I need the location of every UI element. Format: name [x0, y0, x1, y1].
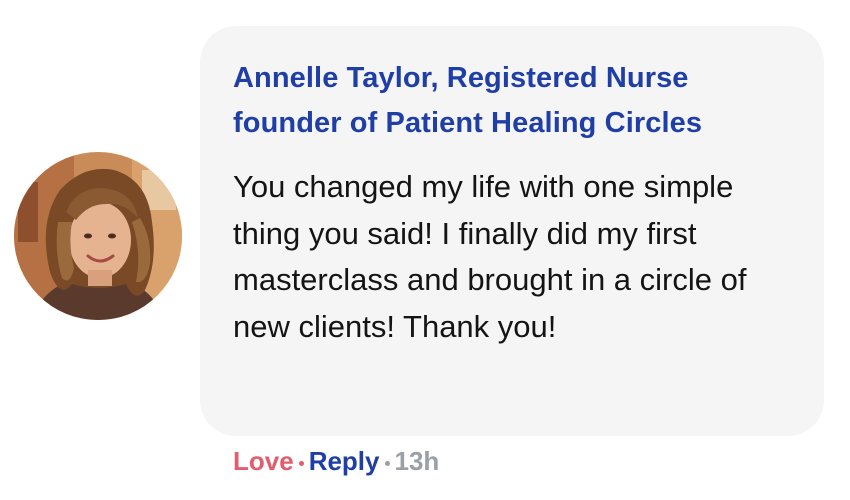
love-reaction-link[interactable]: Love — [233, 446, 294, 477]
comment: Annelle Taylor, Registered Nurse founder… — [0, 0, 850, 500]
profile-photo — [14, 152, 182, 320]
reply-link[interactable]: Reply — [309, 446, 380, 477]
author-name-line-1[interactable]: Annelle Taylor, Registered Nurse — [233, 56, 813, 101]
separator-dot — [384, 460, 390, 466]
separator-dot — [298, 460, 304, 466]
timestamp[interactable]: 13h — [395, 446, 440, 477]
comment-actions: Love Reply 13h — [233, 443, 439, 479]
avatar[interactable] — [14, 152, 182, 320]
comment-text: You changed my life with one simple thin… — [233, 169, 747, 344]
author-name-line-2[interactable]: founder of Patient Healing Circles — [233, 101, 813, 146]
author-name[interactable]: Annelle Taylor, Registered Nurse founder… — [233, 56, 813, 146]
